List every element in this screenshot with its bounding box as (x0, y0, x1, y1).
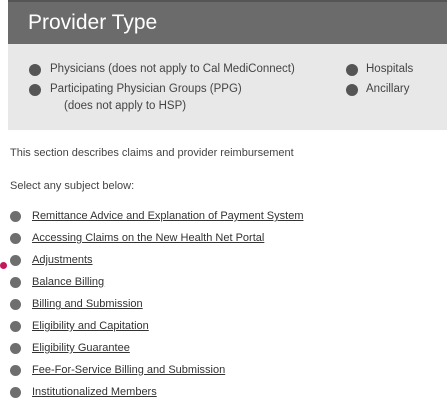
subject-link[interactable]: Eligibility and Capitation (32, 319, 149, 334)
bullet-icon (10, 387, 21, 398)
radio-ppg[interactable] (29, 84, 41, 96)
provider-type-header: Provider Type (8, 0, 447, 44)
radio-hospitals[interactable] (346, 64, 358, 76)
page-title: Provider Type (28, 11, 158, 34)
subject-link[interactable]: Fee-For-Service Billing and Submission (32, 363, 225, 378)
option-ppg-label[interactable]: Participating Physician Groups (PPG) (50, 82, 242, 97)
subject-item[interactable]: Institutionalized Members (8, 384, 438, 402)
subject-item[interactable]: Remittance Advice and Explanation of Pay… (8, 208, 438, 226)
bullet-icon (10, 255, 21, 266)
radio-physicians[interactable] (29, 64, 41, 76)
provider-type-options: Physicians (does not apply to Cal MediCo… (8, 44, 447, 130)
bullet-icon (10, 277, 21, 288)
subject-item[interactable]: Eligibility and Capitation (8, 318, 438, 336)
section-description: This section describes claims and provid… (10, 147, 294, 159)
option-ancillary-label[interactable]: Ancillary (366, 82, 409, 97)
bullet-icon (10, 233, 21, 244)
option-hospitals-label[interactable]: Hospitals (366, 62, 413, 77)
bullet-icon (10, 299, 21, 310)
subject-link[interactable]: Remittance Advice and Explanation of Pay… (32, 209, 303, 224)
subject-link[interactable]: Accessing Claims on the New Health Net P… (32, 231, 264, 246)
option-ppg-sublabel: (does not apply to HSP) (64, 100, 187, 112)
subject-item[interactable]: Balance Billing (8, 274, 438, 292)
selection-marker-dot (0, 262, 7, 269)
subject-link[interactable]: Institutionalized Members (32, 385, 157, 400)
subject-item[interactable]: Accessing Claims on the New Health Net P… (8, 230, 438, 248)
option-physicians-label[interactable]: Physicians (does not apply to Cal MediCo… (50, 62, 295, 77)
subject-item[interactable]: Billing and Submission (8, 296, 438, 314)
subject-item[interactable]: Fee-For-Service Billing and Submission (8, 362, 438, 380)
subject-item[interactable]: Eligibility Guarantee (8, 340, 438, 358)
subject-link[interactable]: Eligibility Guarantee (32, 341, 130, 356)
radio-ancillary[interactable] (346, 84, 358, 96)
subject-link[interactable]: Balance Billing (32, 275, 104, 290)
subject-item[interactable]: Adjustments (8, 252, 438, 270)
subject-prompt: Select any subject below: (10, 180, 135, 192)
bullet-icon (10, 211, 21, 222)
subject-link[interactable]: Billing and Submission (32, 297, 143, 312)
subject-link[interactable]: Adjustments (32, 253, 93, 268)
bullet-icon (10, 365, 21, 376)
bullet-icon (10, 321, 21, 332)
provider-panel: Provider Type Physicians (does not apply… (8, 0, 447, 406)
bullet-icon (10, 343, 21, 354)
